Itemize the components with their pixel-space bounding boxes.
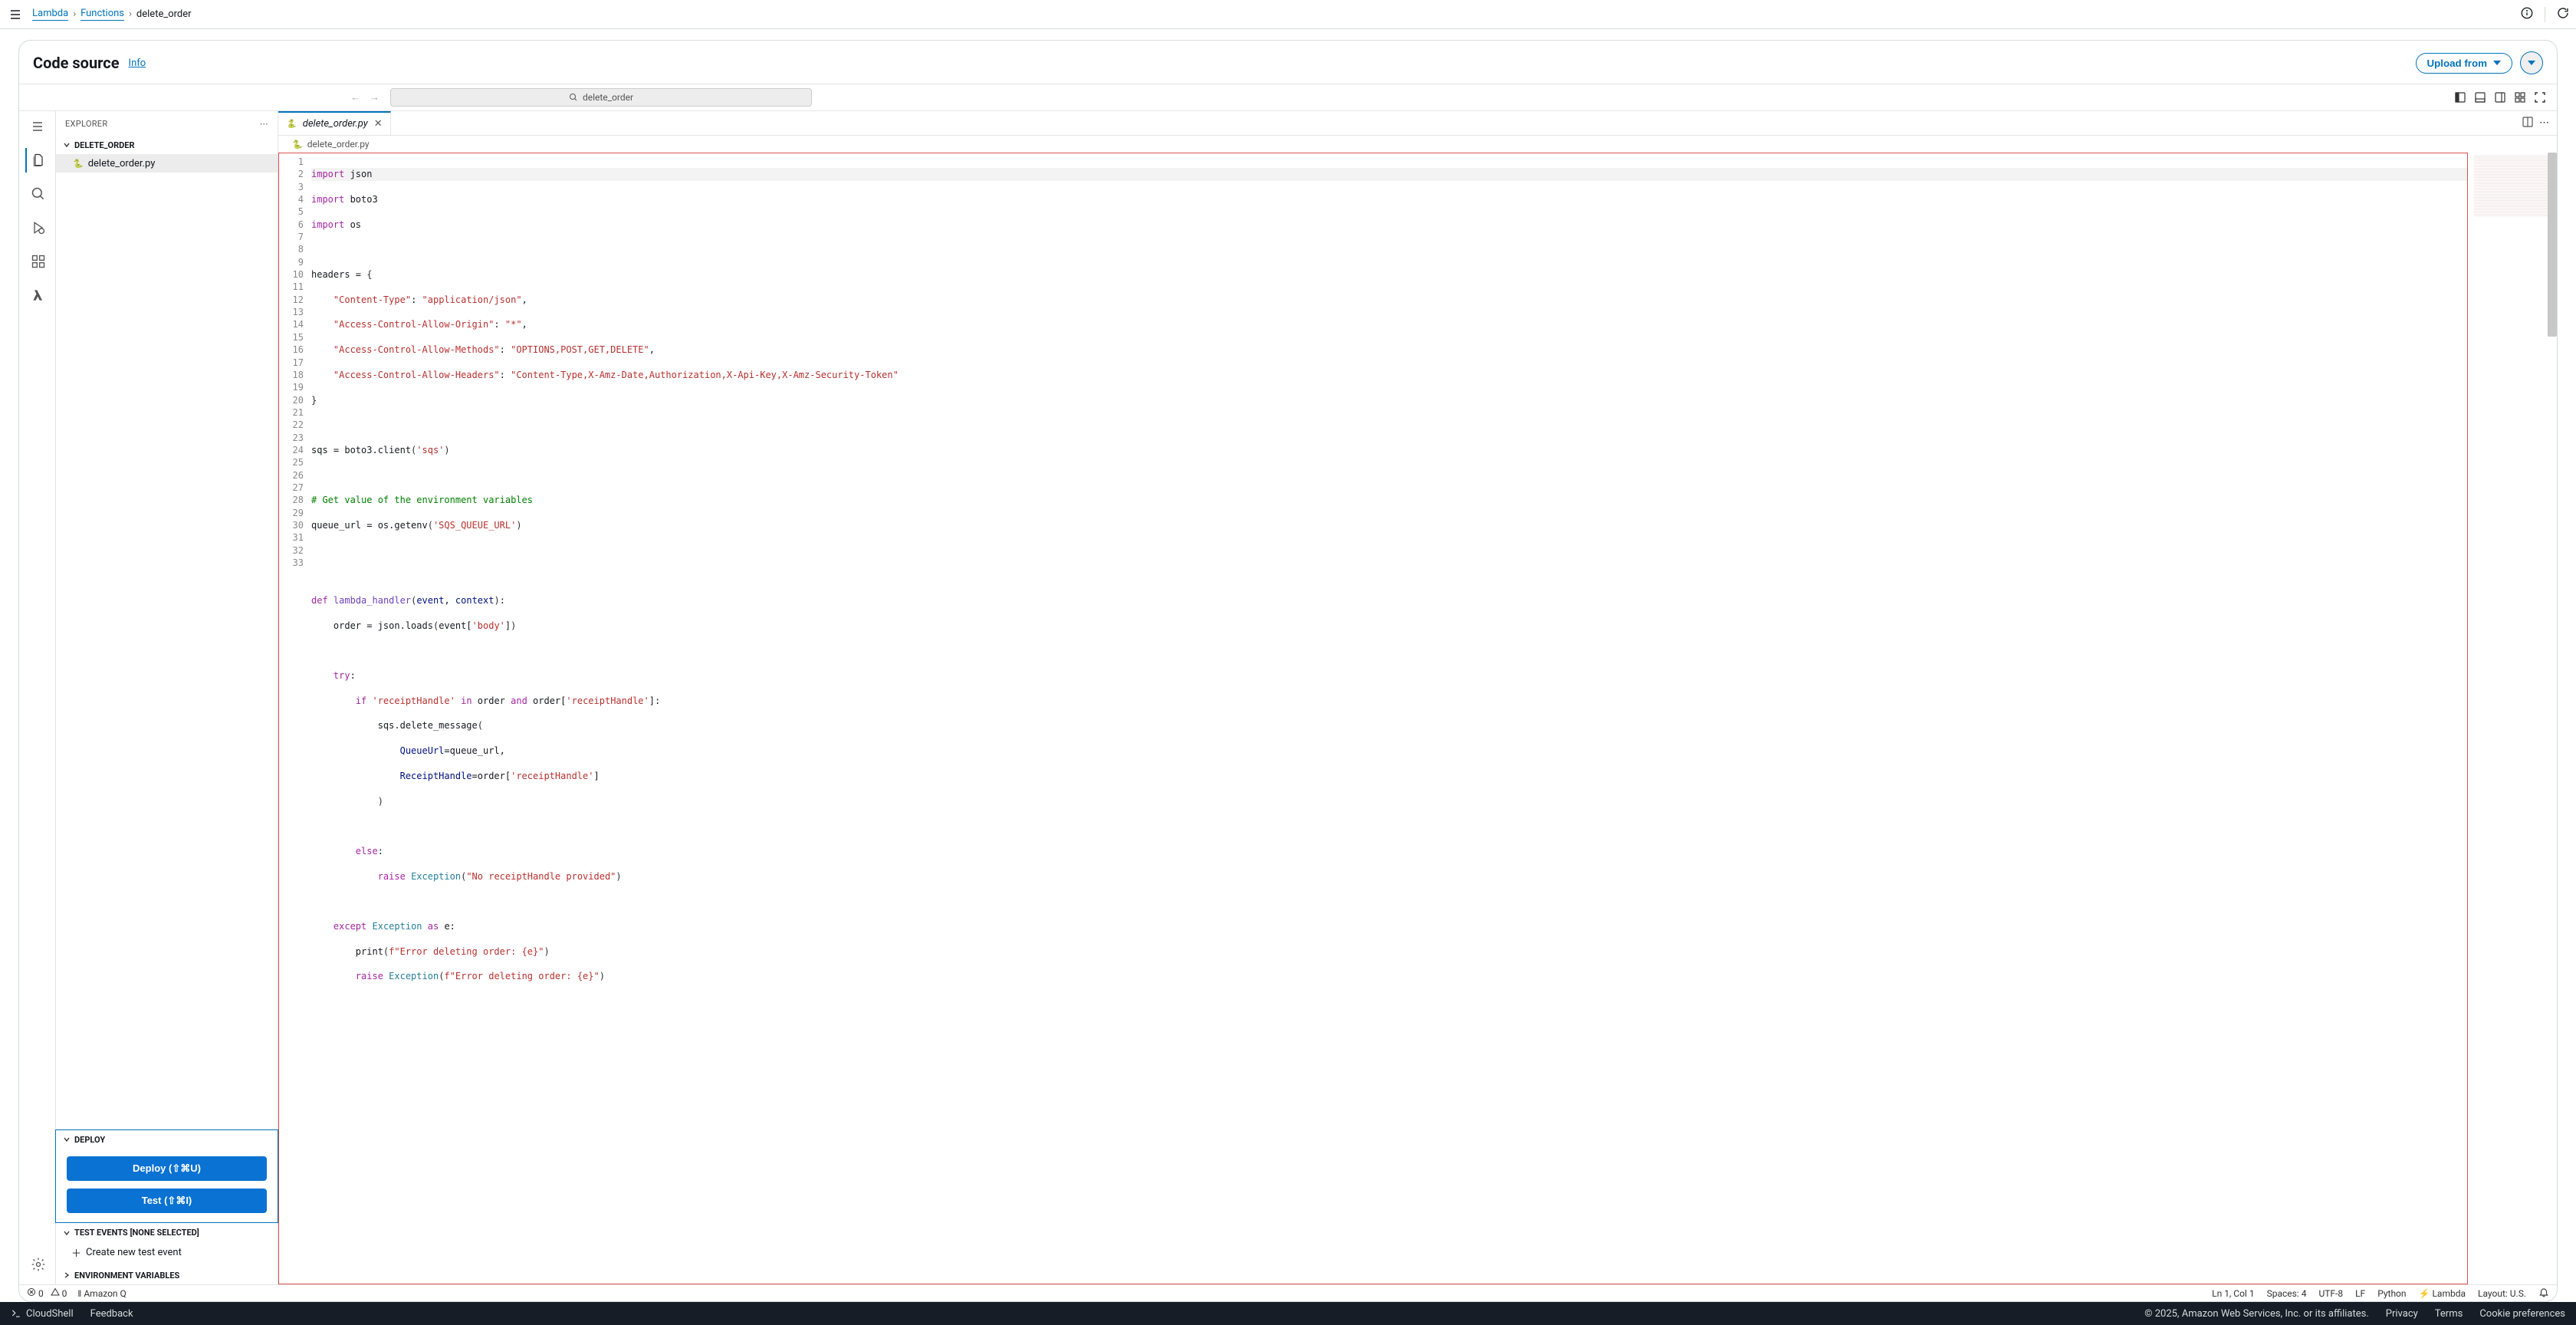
layout-sidebar-right-icon[interactable] xyxy=(2494,91,2506,104)
info-link[interactable]: Info xyxy=(129,58,146,69)
privacy-link[interactable]: Privacy xyxy=(2386,1308,2418,1320)
extensions-icon[interactable] xyxy=(25,249,50,274)
problems-indicator[interactable]: 0 0 xyxy=(27,1287,67,1299)
panel-header: Code source Info Upload from xyxy=(19,41,2557,84)
nav-back[interactable]: ← xyxy=(347,88,363,107)
status-cursor[interactable]: Ln 1, Col 1 xyxy=(2212,1288,2254,1299)
lambda-icon[interactable] xyxy=(25,283,50,307)
panel-actions-button[interactable] xyxy=(2520,51,2543,74)
breadcrumb-sep: › xyxy=(129,8,132,20)
settings-gear-icon[interactable] xyxy=(25,1252,50,1277)
deploy-section: DEPLOY Deploy (⇧⌘U) Test (⇧⌘I) xyxy=(55,1129,278,1223)
cloudshell-button[interactable]: CloudShell xyxy=(11,1308,74,1320)
code-editor[interactable]: 1234567891011121314151617181920212223242… xyxy=(278,153,2468,1284)
status-lambda[interactable]: ⚡ Lambda xyxy=(2419,1288,2466,1299)
python-file-icon: 🐍 xyxy=(73,159,84,169)
editor-tab[interactable]: 🐍 delete_order.py ✕ xyxy=(278,111,391,135)
test-button[interactable]: Test (⇧⌘I) xyxy=(67,1189,267,1213)
terms-link[interactable]: Terms xyxy=(2435,1308,2463,1320)
close-tab-icon[interactable]: ✕ xyxy=(374,118,383,130)
status-layout[interactable]: Layout: U.S. xyxy=(2478,1288,2526,1299)
activity-bar xyxy=(19,111,56,1284)
minimap[interactable] xyxy=(2472,153,2557,1284)
explorer-title: EXPLORER xyxy=(65,119,107,129)
file-item[interactable]: 🐍 delete_order.py xyxy=(56,154,278,173)
amazon-q-status[interactable]: ‖ Amazon Q xyxy=(77,1288,126,1299)
vertical-scrollbar[interactable] xyxy=(2548,153,2557,337)
run-debug-icon[interactable] xyxy=(25,215,50,240)
feedback-link[interactable]: Feedback xyxy=(90,1308,133,1320)
env-vars-section[interactable]: ENVIRONMENT VARIABLES xyxy=(56,1266,278,1284)
status-spaces[interactable]: Spaces: 4 xyxy=(2267,1288,2307,1299)
activity-menu[interactable] xyxy=(25,117,50,136)
breadcrumb: Lambda › Functions › delete_order xyxy=(32,8,192,21)
info-icon[interactable] xyxy=(2520,6,2534,23)
copyright: © 2025, Amazon Web Services, Inc. or its… xyxy=(2144,1308,2369,1320)
test-events-section[interactable]: TEST EVENTS [NONE SELECTED] xyxy=(56,1223,278,1242)
side-panel: EXPLORER ⋯ DELETE_ORDER 🐍 delete_order.p… xyxy=(56,111,278,1284)
breadcrumb-functions[interactable]: Functions xyxy=(80,8,124,21)
panel-title: Code source xyxy=(33,54,120,72)
upload-from-button[interactable]: Upload from xyxy=(2416,53,2513,74)
layout-customize-icon[interactable] xyxy=(2514,91,2526,104)
breadcrumb-lambda[interactable]: Lambda xyxy=(32,8,68,21)
layout-sidebar-left-icon[interactable] xyxy=(2454,91,2466,104)
layout-panel-bottom-icon[interactable] xyxy=(2474,91,2486,104)
status-eol[interactable]: LF xyxy=(2355,1288,2365,1299)
project-root[interactable]: DELETE_ORDER xyxy=(56,136,278,154)
menu-toggle[interactable] xyxy=(6,5,25,24)
aws-top-bar: Lambda › Functions › delete_order xyxy=(0,0,2576,29)
editor-breadcrumb[interactable]: 🐍 delete_order.py xyxy=(278,136,2557,153)
code-content[interactable]: import json import boto3 import os heade… xyxy=(311,153,2467,1284)
line-gutter: 1234567891011121314151617181920212223242… xyxy=(279,153,311,1284)
explorer-icon[interactable] xyxy=(25,148,50,173)
editor-toolbar: ← → delete_order xyxy=(19,84,2557,111)
breadcrumb-sep: › xyxy=(73,8,76,20)
refresh-icon[interactable] xyxy=(2556,6,2570,23)
aws-footer: CloudShell Feedback © 2025, Amazon Web S… xyxy=(0,1302,2576,1325)
search-icon[interactable] xyxy=(25,182,50,206)
more-actions-icon[interactable]: ⋯ xyxy=(2539,117,2549,129)
cookie-prefs-link[interactable]: Cookie preferences xyxy=(2479,1308,2565,1320)
explorer-more-icon[interactable]: ⋯ xyxy=(260,119,268,129)
create-test-event[interactable]: ＋ Create new test event xyxy=(56,1242,278,1266)
python-file-icon: 🐍 xyxy=(292,140,303,150)
status-lang[interactable]: Python xyxy=(2377,1288,2406,1299)
breadcrumb-current: delete_order xyxy=(136,8,192,20)
status-encoding[interactable]: UTF-8 xyxy=(2318,1288,2343,1299)
layout-fullscreen-icon[interactable] xyxy=(2534,91,2546,104)
deploy-section-head[interactable]: DEPLOY xyxy=(56,1130,278,1149)
editor-status-bar: 0 0 ‖ Amazon Q Ln 1, Col 1 Spaces: 4 UTF… xyxy=(19,1284,2557,1301)
split-editor-icon[interactable] xyxy=(2522,117,2533,130)
python-file-icon: 🐍 xyxy=(286,119,297,129)
command-center[interactable]: delete_order xyxy=(390,88,812,107)
plus-icon: ＋ xyxy=(71,1245,81,1260)
notifications-bell-icon[interactable] xyxy=(2538,1287,2549,1300)
deploy-button[interactable]: Deploy (⇧⌘U) xyxy=(67,1156,267,1181)
editor-area: 🐍 delete_order.py ✕ ⋯ 🐍 delete_order.py xyxy=(278,111,2557,1284)
nav-forward[interactable]: → xyxy=(366,88,383,107)
